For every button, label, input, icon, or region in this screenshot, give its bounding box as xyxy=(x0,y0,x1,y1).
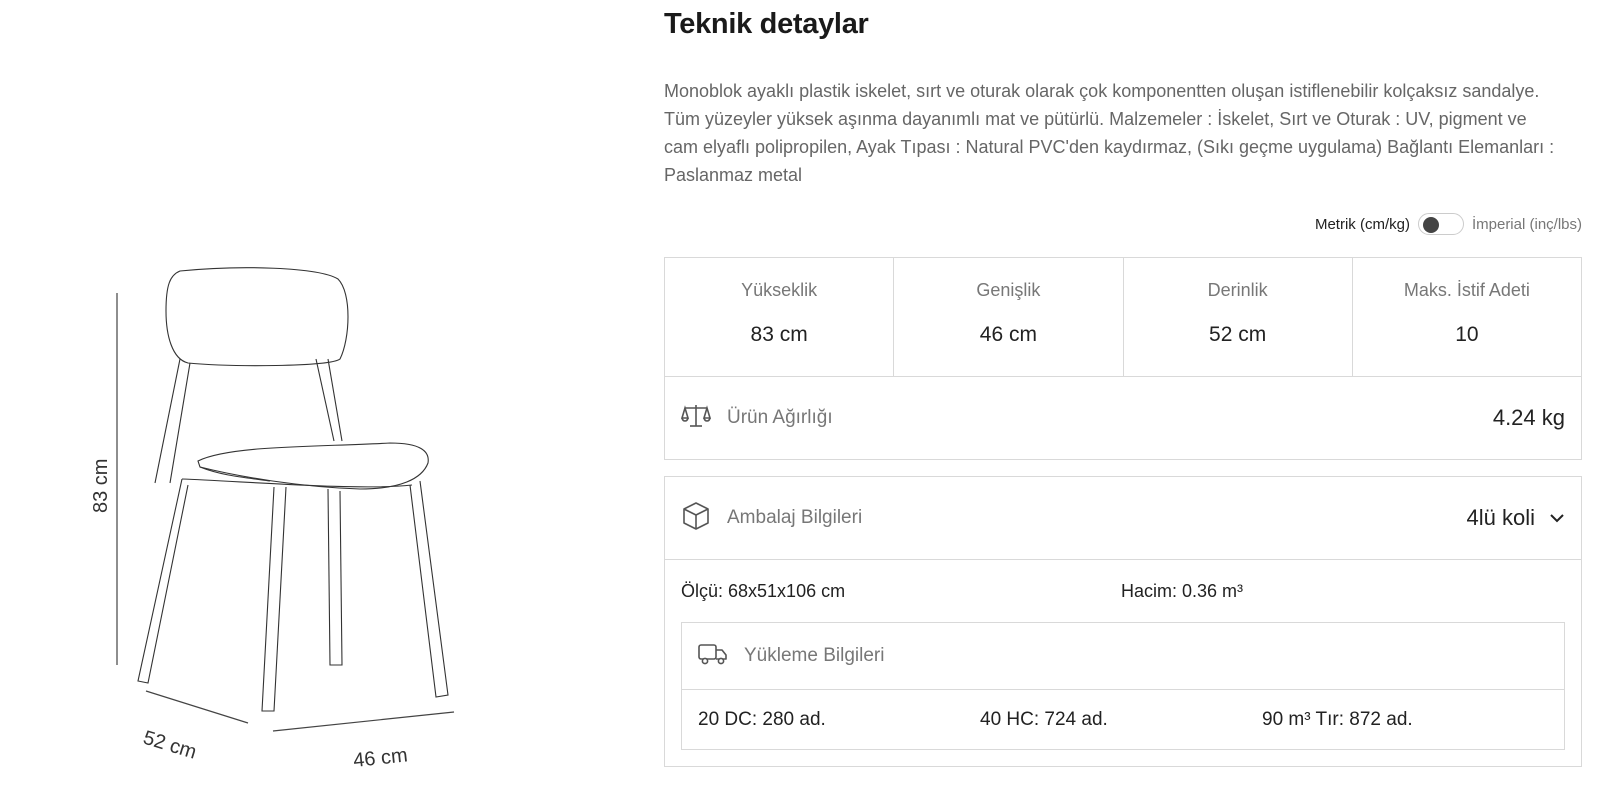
dimension-label: Genişlik xyxy=(976,280,1041,300)
dimensions-table: Yükseklik 83 cm Genişlik 46 cm Derinlik … xyxy=(664,257,1582,377)
scale-icon xyxy=(680,402,712,435)
chair-drawing-svg: 83 cm 52 cm 46 cm xyxy=(90,267,455,772)
technical-details-panel: Teknik detaylar Monoblok ayaklı plastik … xyxy=(664,0,1582,767)
loading-truck: 90 m³ Tır: 872 ad. xyxy=(1262,708,1413,730)
loading-40hc: 40 HC: 724 ad. xyxy=(980,708,1108,730)
switch-knob xyxy=(1422,217,1439,233)
dimension-value: 52 cm xyxy=(1209,323,1267,346)
chair-technical-drawing: 83 cm 52 cm 46 cm xyxy=(60,255,500,795)
width-dimension-label: 46 cm xyxy=(352,744,408,772)
dimension-width: Genişlik 46 cm xyxy=(894,258,1124,376)
chevron-down-icon[interactable] xyxy=(1549,513,1565,523)
depth-dimension-line xyxy=(145,690,249,724)
loading-label: Yükleme Bilgileri xyxy=(744,645,885,666)
loading-20dc: 20 DC: 280 ad. xyxy=(698,708,826,730)
width-dimension-line xyxy=(272,711,455,732)
packaging-value: 4lü koli xyxy=(1466,505,1535,530)
packaging-volume: Hacim: 0.36 m³ xyxy=(1121,580,1244,601)
dimension-value: 10 xyxy=(1455,323,1479,346)
depth-dimension-label: 52 cm xyxy=(141,727,200,764)
product-weight-row: Ürün Ağırlığı 4.24 kg xyxy=(664,377,1582,460)
dimension-label: Derinlik xyxy=(1207,280,1268,300)
unit-switch[interactable] xyxy=(1417,213,1464,235)
packaging-info: Ölçü: 68x51x106 cm Hacim: 0.36 m³ xyxy=(665,560,1581,622)
dimension-depth: Derinlik 52 cm xyxy=(1124,258,1353,376)
box-icon xyxy=(681,501,711,536)
truck-icon xyxy=(698,642,728,671)
dimension-label: Yükseklik xyxy=(741,280,818,300)
imperial-label[interactable]: İmperial (inç/lbs) xyxy=(1472,216,1582,233)
product-description: Monoblok ayaklı plastik iskelet, sırt ve… xyxy=(664,81,1555,185)
loading-header: Yükleme Bilgileri xyxy=(682,623,1564,690)
packaging-header[interactable]: Ambalaj Bilgileri 4lü koli xyxy=(665,477,1581,560)
dimension-value: 83 cm xyxy=(750,323,808,346)
dimension-height: Yükseklik 83 cm xyxy=(665,258,895,376)
chair-outline xyxy=(137,267,449,712)
weight-value: 4.24 kg xyxy=(1492,405,1565,430)
unit-toggle: Metrik (cm/kg) İmperial (inç/lbs) xyxy=(664,211,1582,237)
packaging-section: Ambalaj Bilgileri 4lü koli Ölçü: 68x51x1… xyxy=(664,476,1582,767)
loading-row: 20 DC: 280 ad. 40 HC: 724 ad. 90 m³ Tır:… xyxy=(682,690,1564,749)
dimension-label: Maks. İstif Adeti xyxy=(1403,280,1530,300)
dimension-value: 46 cm xyxy=(979,323,1037,346)
weight-label: Ürün Ağırlığı xyxy=(727,407,833,428)
packaging-size: Ölçü: 68x51x106 cm xyxy=(681,580,846,601)
metric-label[interactable]: Metrik (cm/kg) xyxy=(1315,216,1410,233)
page-title: Teknik detaylar xyxy=(664,8,869,40)
loading-section: Yükleme Bilgileri 20 DC: 280 ad. 40 HC: … xyxy=(681,622,1565,750)
height-dimension-label: 83 cm xyxy=(90,459,112,513)
dimension-max-stack: Maks. İstif Adeti 10 xyxy=(1353,258,1581,376)
packaging-label: Ambalaj Bilgileri xyxy=(727,507,863,528)
